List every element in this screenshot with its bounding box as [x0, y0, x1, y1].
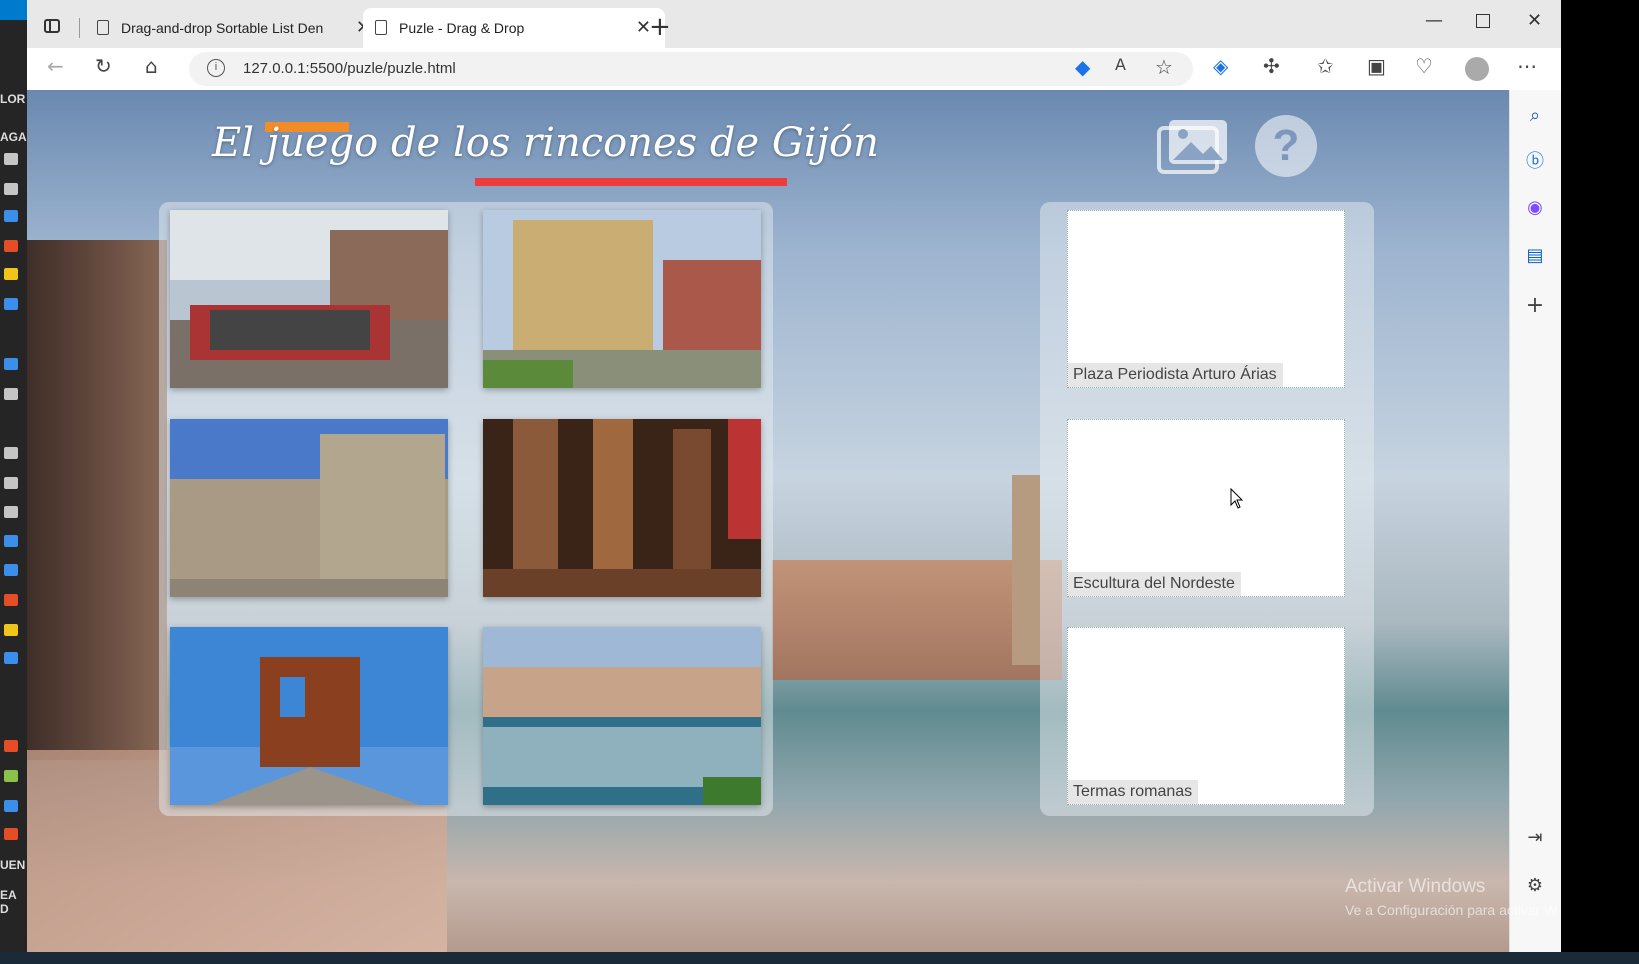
photo-card[interactable] [483, 210, 761, 388]
slot-label: Termas romanas [1068, 780, 1199, 804]
mouse-cursor-icon [1230, 488, 1244, 509]
page-viewport: El juego de los rincones de Gijón ? Plaz… [27, 90, 1509, 952]
photo-stone-palace [170, 419, 448, 597]
folder-icon[interactable] [4, 506, 18, 518]
css-file-icon[interactable] [4, 564, 18, 576]
file-icon[interactable] [4, 800, 18, 812]
js-file-icon[interactable] [4, 624, 18, 636]
css-file-icon[interactable] [4, 210, 18, 222]
background-building [27, 240, 167, 760]
refresh-icon[interactable]: ↻ [95, 56, 112, 76]
file-icon[interactable] [4, 358, 18, 370]
folder-icon[interactable] [4, 388, 18, 400]
back-icon[interactable]: ← [47, 56, 64, 76]
css-file-icon[interactable] [4, 652, 18, 664]
html-file-icon[interactable] [4, 594, 18, 606]
title-underline [475, 178, 787, 186]
photo-card[interactable] [170, 419, 448, 597]
editor-label: UEN [0, 858, 26, 872]
profile-avatar[interactable] [1465, 57, 1489, 81]
folder-icon[interactable] [4, 183, 18, 195]
url-text: 127.0.0.1:5500/puzle/puzle.html [243, 60, 456, 77]
photo-street-crowd [170, 210, 448, 388]
new-tab-button[interactable]: + [649, 14, 671, 40]
outlook-icon[interactable]: ▤ [1523, 244, 1547, 268]
collections-icon[interactable]: ▣ [1367, 56, 1386, 76]
html-file-icon[interactable] [4, 240, 18, 252]
tab-title: Drag-and-drop Sortable List Den [121, 20, 324, 36]
page-title: El juego de los rincones de Gijón [212, 120, 879, 166]
photo-marina [483, 627, 761, 805]
file-icon[interactable] [4, 535, 18, 547]
windows-activation-watermark: Activar Windows Ve a Configuración para … [1345, 876, 1557, 918]
extensions-icon[interactable]: ✣ [1263, 56, 1280, 76]
tab-sortable-list[interactable]: Drag-and-drop Sortable List Den ✕ [85, 8, 385, 48]
add-sidebar-app-icon[interactable]: + [1523, 294, 1547, 318]
page-icon [97, 20, 109, 35]
maximize-button[interactable] [1476, 14, 1490, 28]
site-info-icon[interactable]: i [207, 59, 225, 77]
folder-icon[interactable] [4, 477, 18, 489]
drop-slot[interactable]: Plaza Periodista Arturo Árias [1067, 210, 1345, 388]
tab-bar: Drag-and-drop Sortable List Den ✕ Puzle … [27, 0, 1639, 48]
close-window-button[interactable]: ✕ [1527, 10, 1542, 31]
folder-icon[interactable] [4, 447, 18, 459]
office-icon[interactable]: ◉ [1523, 196, 1547, 220]
image-gallery-icon[interactable] [1157, 118, 1229, 174]
browser-essentials-icon[interactable]: ♡ [1415, 56, 1433, 76]
favorite-add-icon[interactable]: ☆ [1155, 57, 1173, 77]
watermark-title: Activar Windows [1345, 876, 1486, 897]
divider [79, 18, 80, 38]
photo-card[interactable] [170, 627, 448, 805]
read-aloud-icon[interactable]: A [1115, 57, 1126, 73]
tab-puzle[interactable]: Puzle - Drag & Drop ✕ [363, 8, 665, 48]
edge-sidebar: ⌕ ⓑ ◉ ▤ + ⇥ ⚙ [1509, 90, 1562, 952]
minimize-button[interactable]: — [1425, 10, 1443, 31]
photo-card[interactable] [483, 627, 761, 805]
desktop-edge [1561, 0, 1639, 964]
editor-label: LOR [0, 92, 26, 106]
photo-card[interactable] [483, 419, 761, 597]
editor-label: EA D [0, 888, 17, 916]
more-menu-icon[interactable]: ⋯ [1517, 56, 1537, 76]
address-bar[interactable]: i 127.0.0.1:5500/puzle/puzle.html ◆ A ☆ [189, 52, 1193, 86]
editor-sidebar: LOR AGA UEN EA D [0, 0, 27, 964]
pdf-file-icon[interactable] [4, 740, 18, 752]
slot-label: Plaza Periodista Arturo Árias [1068, 363, 1283, 387]
editor-label: AGA [0, 130, 27, 144]
copilot-icon[interactable]: ⓑ [1523, 150, 1547, 174]
photo-pool-panel [159, 202, 773, 816]
css-file-icon[interactable] [4, 298, 18, 310]
help-icon[interactable]: ? [1255, 115, 1317, 177]
favorites-icon[interactable]: ✩ [1317, 56, 1334, 76]
browser-window: Drag-and-drop Sortable List Den ✕ Puzle … [27, 0, 1639, 952]
page-icon [375, 20, 387, 35]
home-icon[interactable]: ⌂ [145, 56, 158, 76]
editor-titlebar [0, 0, 27, 20]
search-icon[interactable]: ⌕ [1523, 104, 1547, 128]
tab-actions-icon[interactable] [44, 19, 60, 33]
watermark-subtitle: Ve a Configuración para activar W [1345, 902, 1558, 918]
drop-slot[interactable]: Termas romanas [1067, 627, 1345, 805]
folder-icon[interactable] [4, 153, 18, 165]
photo-roman-baths [483, 419, 761, 597]
browser-toolbar: ← ↻ ⌂ i 127.0.0.1:5500/puzle/puzle.html … [27, 48, 1639, 90]
tag-icon[interactable]: ◆ [1075, 57, 1090, 77]
photo-rust-sculpture [170, 627, 448, 805]
taskbar [0, 952, 1639, 964]
file-icon[interactable] [4, 770, 18, 782]
slot-label: Escultura del Nordeste [1068, 572, 1241, 596]
extension-fox-icon[interactable]: ◈ [1213, 56, 1228, 76]
hide-sidebar-icon[interactable]: ⇥ [1523, 826, 1547, 850]
js-file-icon[interactable] [4, 268, 18, 280]
pdf-file-icon[interactable] [4, 828, 18, 840]
tab-title: Puzle - Drag & Drop [399, 20, 525, 36]
drop-zone-panel: Plaza Periodista Arturo Árias Escultura … [1040, 202, 1374, 816]
drop-slot[interactable]: Escultura del Nordeste [1067, 419, 1345, 597]
photo-plaza [483, 210, 761, 388]
background-tower [1012, 475, 1040, 665]
photo-card[interactable] [170, 210, 448, 388]
